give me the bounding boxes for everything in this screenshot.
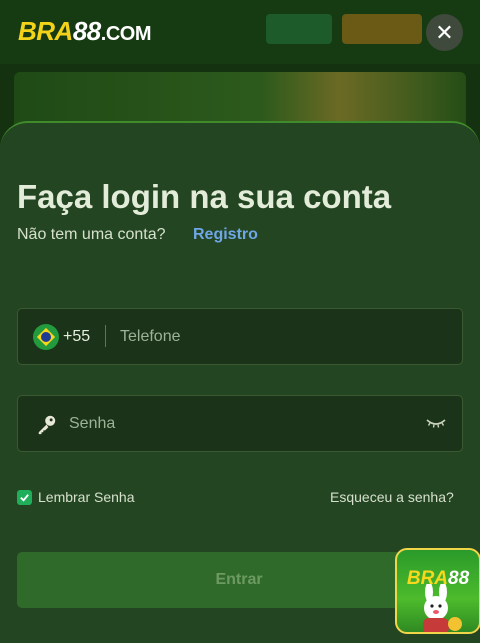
check-icon bbox=[20, 493, 29, 502]
key-icon bbox=[38, 415, 56, 435]
password-field[interactable] bbox=[17, 395, 463, 452]
phone-input[interactable] bbox=[118, 321, 452, 353]
remember-checkbox[interactable] bbox=[17, 489, 32, 505]
rabbit-mascot-icon bbox=[423, 584, 462, 632]
remember-label: Lembrar Senha bbox=[38, 489, 135, 505]
login-title: Faça login na sua conta bbox=[17, 178, 392, 215]
brand-logo: BRA88.COM bbox=[18, 16, 151, 47]
close-button[interactable]: ✕ bbox=[426, 14, 463, 51]
app-badge[interactable]: BRA88 bbox=[395, 548, 480, 634]
close-icon: ✕ bbox=[435, 20, 454, 45]
password-input[interactable] bbox=[67, 408, 411, 440]
remember-password-toggle[interactable]: Lembrar Senha bbox=[17, 489, 135, 505]
brand-domain: .COM bbox=[100, 23, 152, 45]
register-link[interactable]: Registro bbox=[193, 226, 258, 244]
phone-divider bbox=[105, 325, 106, 347]
forgot-password-link[interactable]: Esqueceu a senha? bbox=[330, 489, 454, 505]
brazil-flag-icon bbox=[33, 324, 59, 350]
brand-prefix: BRA bbox=[18, 16, 73, 46]
no-account-text: Não tem uma conta? bbox=[17, 226, 166, 243]
background-register-button bbox=[342, 14, 422, 44]
country-code[interactable]: +55 bbox=[63, 328, 90, 346]
eye-closed-icon[interactable] bbox=[426, 416, 446, 430]
brand-number: 88 bbox=[72, 16, 101, 46]
background-login-button bbox=[266, 14, 332, 44]
phone-field[interactable]: +55 bbox=[17, 308, 463, 365]
